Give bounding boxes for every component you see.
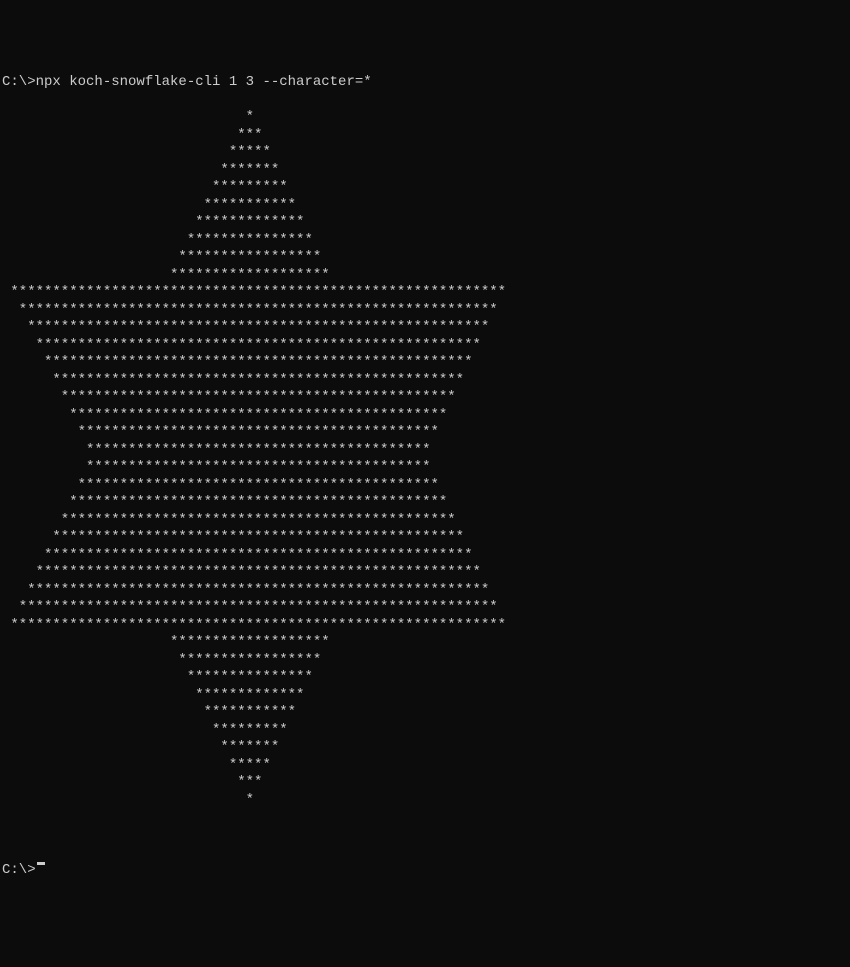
- output-line: ****************************************…: [2, 494, 848, 512]
- output-line: ***********: [2, 197, 848, 215]
- output-line: *****: [2, 144, 848, 162]
- output-line: *****************: [2, 652, 848, 670]
- output-line: *************: [2, 214, 848, 232]
- output-line: *******: [2, 739, 848, 757]
- output-line: *********: [2, 179, 848, 197]
- output-line: ****************************************…: [2, 389, 848, 407]
- prompt-symbol: C:\>: [2, 74, 36, 92]
- output-line: ****************************************…: [2, 617, 848, 635]
- next-prompt-line[interactable]: C:\>: [2, 862, 848, 880]
- output-line: *******: [2, 162, 848, 180]
- output-line: ****************************************…: [2, 442, 848, 460]
- output-line: ****************************************…: [2, 424, 848, 442]
- output-line: ****************************************…: [2, 372, 848, 390]
- output-line: *******************: [2, 267, 848, 285]
- output-line: ****************************************…: [2, 477, 848, 495]
- output-line: ****************************************…: [2, 547, 848, 565]
- output-line: ****************************************…: [2, 582, 848, 600]
- command-line[interactable]: C:\> npx koch-snowflake-cli 1 3 --charac…: [2, 74, 848, 92]
- output-line: *****: [2, 757, 848, 775]
- output-line: *************: [2, 687, 848, 705]
- output-line: ****************************************…: [2, 529, 848, 547]
- output-line: ****************************************…: [2, 407, 848, 425]
- output-line: ****************************************…: [2, 599, 848, 617]
- output-line: ***: [2, 774, 848, 792]
- cursor-icon: [37, 862, 45, 865]
- command-text: npx koch-snowflake-cli 1 3 --character=*: [36, 74, 372, 92]
- output-line: ***: [2, 127, 848, 145]
- output-line: ***************: [2, 669, 848, 687]
- output-line: ***************: [2, 232, 848, 250]
- output-line: ****************************************…: [2, 564, 848, 582]
- output-line: *: [2, 792, 848, 810]
- output-line: ***********: [2, 704, 848, 722]
- output-line: ****************************************…: [2, 512, 848, 530]
- output-line: ****************************************…: [2, 302, 848, 320]
- output-block: * *** ***** ******* ********* **********…: [2, 109, 848, 809]
- output-line: ****************************************…: [2, 319, 848, 337]
- prompt-symbol: C:\>: [2, 862, 36, 880]
- blank-line: [2, 827, 848, 845]
- output-line: ****************************************…: [2, 354, 848, 372]
- output-line: *******************: [2, 634, 848, 652]
- output-line: *: [2, 109, 848, 127]
- output-line: *********: [2, 722, 848, 740]
- output-line: ****************************************…: [2, 284, 848, 302]
- output-line: *****************: [2, 249, 848, 267]
- output-line: ****************************************…: [2, 337, 848, 355]
- output-line: ****************************************…: [2, 459, 848, 477]
